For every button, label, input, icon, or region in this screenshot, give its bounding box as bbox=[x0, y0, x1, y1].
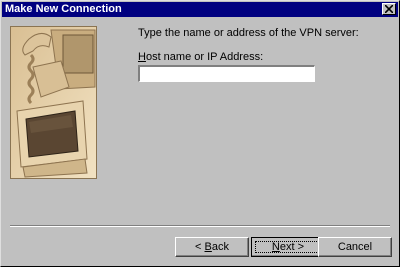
computer-monitors-illustration bbox=[11, 27, 96, 178]
cancel-label: Cancel bbox=[337, 241, 373, 253]
make-new-connection-dialog: Make New Connection Type the name or add… bbox=[0, 0, 400, 267]
wizard-illustration bbox=[10, 26, 97, 179]
next-mnemonic: N bbox=[271, 241, 280, 253]
host-name-input[interactable] bbox=[138, 65, 315, 82]
next-arrow: > bbox=[297, 241, 305, 253]
cancel-button[interactable]: Cancel bbox=[318, 237, 392, 257]
close-button[interactable] bbox=[382, 3, 396, 15]
host-name-label-text: ost name or IP Address: bbox=[145, 51, 264, 63]
title-bar[interactable]: Make New Connection bbox=[2, 2, 398, 17]
host-name-label: Host name or IP Address: bbox=[138, 51, 263, 64]
window-title: Make New Connection bbox=[5, 3, 122, 15]
back-button[interactable]: < Back bbox=[175, 237, 249, 257]
next-button[interactable]: Next > bbox=[251, 237, 325, 257]
next-label: ext bbox=[279, 241, 295, 253]
close-icon bbox=[385, 5, 393, 13]
back-label: ack bbox=[211, 241, 229, 253]
back-mnemonic: B bbox=[204, 241, 212, 253]
back-arrow: < bbox=[195, 241, 202, 253]
button-separator bbox=[10, 225, 390, 227]
host-name-mnemonic: H bbox=[138, 51, 146, 63]
vpn-server-prompt: Type the name or address of the VPN serv… bbox=[138, 27, 359, 39]
